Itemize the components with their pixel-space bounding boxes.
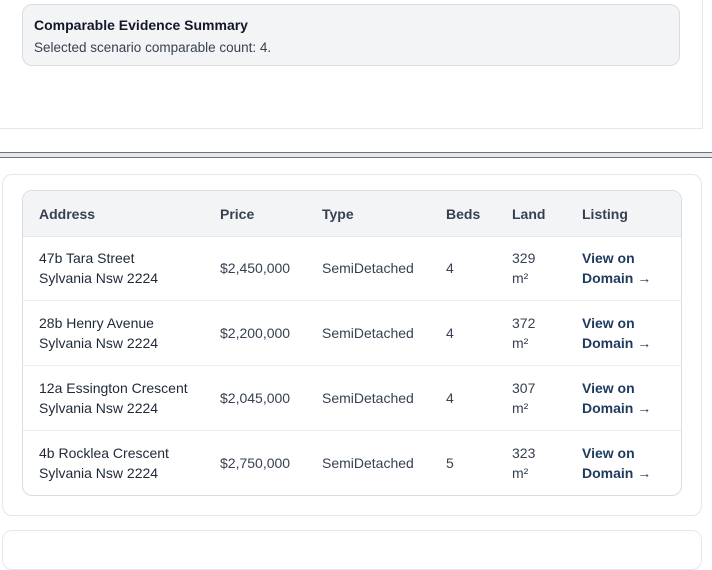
summary-title: Comparable Evidence Summary bbox=[34, 17, 248, 33]
beds-cell: 4 bbox=[446, 260, 454, 276]
address-street: 12a Essington Crescent bbox=[39, 380, 188, 396]
address-suburb: Sylvania Nsw 2224 bbox=[39, 335, 159, 351]
next-panel bbox=[2, 530, 702, 570]
link-line2[interactable]: Domain → bbox=[582, 398, 651, 418]
type-cell: SemiDetached bbox=[322, 390, 414, 406]
view-on-domain-link[interactable]: View on Domain → bbox=[582, 313, 651, 353]
summary-panel: Comparable Evidence Summary Selected sce… bbox=[0, 0, 703, 129]
price-cell: $2,450,000 bbox=[220, 260, 291, 276]
link-line2[interactable]: Domain → bbox=[582, 463, 651, 483]
link-line1[interactable]: View on bbox=[582, 378, 651, 398]
header-listing: Listing bbox=[582, 206, 628, 222]
address-cell: 4b Rocklea Crescent Sylvania Nsw 2224 bbox=[39, 443, 169, 483]
address-suburb: Sylvania Nsw 2224 bbox=[39, 400, 159, 416]
land-value: 307 bbox=[512, 380, 536, 396]
price-cell: $2,750,000 bbox=[220, 455, 291, 471]
land-cell: 329 m² bbox=[512, 248, 535, 288]
beds-cell: 5 bbox=[446, 455, 454, 471]
panel-resize-divider[interactable] bbox=[0, 152, 712, 158]
table-header: Address Price Type Beds Land Listing bbox=[23, 191, 681, 237]
address-street: 28b Henry Avenue bbox=[39, 315, 154, 331]
header-land: Land bbox=[512, 206, 546, 222]
table-row: 12a Essington Crescent Sylvania Nsw 2224… bbox=[23, 366, 681, 431]
land-cell: 372 m² bbox=[512, 313, 535, 353]
type-cell: SemiDetached bbox=[322, 455, 414, 471]
link-line1[interactable]: View on bbox=[582, 443, 651, 463]
land-value: 329 bbox=[512, 250, 536, 266]
type-cell: SemiDetached bbox=[322, 325, 414, 341]
address-suburb: Sylvania Nsw 2224 bbox=[39, 270, 159, 286]
address-cell: 12a Essington Crescent Sylvania Nsw 2224 bbox=[39, 378, 188, 418]
comparable-evidence-summary: Comparable Evidence Summary Selected sce… bbox=[22, 4, 680, 66]
type-cell: SemiDetached bbox=[322, 260, 414, 276]
price-cell: $2,200,000 bbox=[220, 325, 291, 341]
address-suburb: Sylvania Nsw 2224 bbox=[39, 465, 159, 481]
address-street: 47b Tara Street bbox=[39, 250, 135, 266]
table-row: 4b Rocklea Crescent Sylvania Nsw 2224 $2… bbox=[23, 431, 681, 495]
beds-cell: 4 bbox=[446, 325, 454, 341]
land-cell: 307 m² bbox=[512, 378, 535, 418]
summary-text: Selected scenario comparable count: 4. bbox=[34, 40, 272, 55]
link-line2[interactable]: Domain → bbox=[582, 333, 651, 353]
beds-cell: 4 bbox=[446, 390, 454, 406]
price-cell: $2,045,000 bbox=[220, 390, 291, 406]
header-address: Address bbox=[39, 206, 96, 222]
land-value: 372 bbox=[512, 315, 536, 331]
address-cell: 47b Tara Street Sylvania Nsw 2224 bbox=[39, 248, 158, 288]
view-on-domain-link[interactable]: View on Domain → bbox=[582, 378, 651, 418]
land-cell: 323 m² bbox=[512, 443, 535, 483]
header-beds: Beds bbox=[446, 206, 481, 222]
table-row: 28b Henry Avenue Sylvania Nsw 2224 $2,20… bbox=[23, 301, 681, 366]
header-price: Price bbox=[220, 206, 255, 222]
view-on-domain-link[interactable]: View on Domain → bbox=[582, 443, 651, 483]
land-unit: m² bbox=[512, 270, 529, 286]
land-unit: m² bbox=[512, 400, 529, 416]
link-line2[interactable]: Domain → bbox=[582, 268, 651, 288]
land-unit: m² bbox=[512, 465, 529, 481]
address-street: 4b Rocklea Crescent bbox=[39, 445, 169, 461]
land-value: 323 bbox=[512, 445, 536, 461]
comparables-table: Address Price Type Beds Land Listing 47b… bbox=[22, 190, 682, 496]
link-line1[interactable]: View on bbox=[582, 313, 651, 333]
view-on-domain-link[interactable]: View on Domain → bbox=[582, 248, 651, 288]
link-line1[interactable]: View on bbox=[582, 248, 651, 268]
land-unit: m² bbox=[512, 335, 529, 351]
table-row: 47b Tara Street Sylvania Nsw 2224 $2,450… bbox=[23, 236, 681, 301]
address-cell: 28b Henry Avenue Sylvania Nsw 2224 bbox=[39, 313, 158, 353]
header-type: Type bbox=[322, 206, 354, 222]
